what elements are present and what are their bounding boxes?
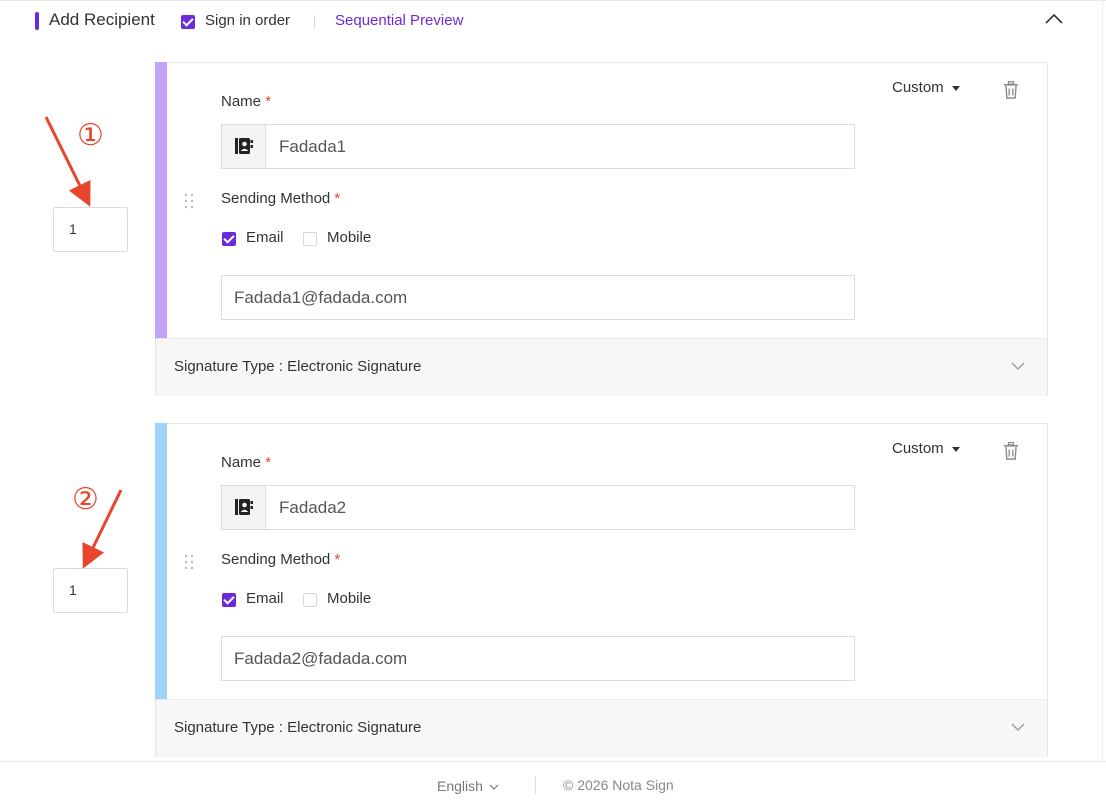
sequential-preview-link[interactable]: Sequential Preview bbox=[335, 12, 463, 29]
mobile-checkbox[interactable] bbox=[303, 593, 317, 607]
sending-method-label-text: Sending Method bbox=[221, 551, 331, 568]
name-value: Fadada2 bbox=[279, 498, 347, 517]
required-mark: * bbox=[334, 190, 341, 207]
caret-down-icon bbox=[951, 85, 960, 91]
sending-method-label: Sending Method * bbox=[221, 190, 340, 207]
mobile-option-label[interactable]: Mobile bbox=[327, 229, 371, 246]
name-label-text: Name bbox=[221, 93, 262, 110]
recipient-card-1: Custom Name * Fadada1 Sending Method * E… bbox=[155, 62, 1048, 396]
chevron-down-icon bbox=[1011, 362, 1025, 370]
section-accent-bar bbox=[35, 12, 39, 30]
sending-method-label-text: Sending Method bbox=[221, 190, 331, 207]
drag-handle-icon[interactable] bbox=[184, 193, 194, 209]
email-option-label[interactable]: Email bbox=[246, 229, 284, 246]
annotation-number-1: ① bbox=[77, 118, 104, 153]
role-select[interactable]: Custom bbox=[892, 440, 960, 457]
name-input[interactable]: Fadada2 bbox=[221, 485, 855, 530]
role-select-value: Custom bbox=[892, 79, 944, 96]
footer-separator bbox=[535, 776, 536, 794]
required-mark: * bbox=[265, 93, 272, 110]
email-input[interactable]: Fadada2@fadada.com bbox=[221, 636, 855, 681]
page-title: Add Recipient bbox=[49, 10, 155, 29]
recipient-card-2: Custom Name * Fadada2 Sending Method * E… bbox=[155, 423, 1048, 757]
language-selector[interactable]: English bbox=[437, 778, 499, 794]
chevron-down-icon bbox=[489, 784, 499, 790]
mobile-option-label[interactable]: Mobile bbox=[327, 590, 371, 607]
sending-method-label: Sending Method * bbox=[221, 551, 340, 568]
required-mark: * bbox=[265, 454, 272, 471]
recipient-color-bar bbox=[155, 423, 167, 700]
signature-type-label: Signature Type : Electronic Signature bbox=[174, 358, 422, 375]
signature-type-row[interactable]: Signature Type : Electronic Signature bbox=[156, 699, 1047, 757]
required-mark: * bbox=[334, 551, 341, 568]
contact-book-icon bbox=[235, 138, 253, 154]
contact-book-button[interactable] bbox=[222, 486, 266, 529]
scrollbar-track[interactable] bbox=[1102, 0, 1103, 760]
trash-icon[interactable] bbox=[1003, 442, 1019, 460]
signature-type-label: Signature Type : Electronic Signature bbox=[174, 719, 422, 736]
name-input[interactable]: Fadada1 bbox=[221, 124, 855, 169]
copyright-text: © 2026 Nota Sign bbox=[563, 777, 674, 793]
top-divider bbox=[0, 0, 1106, 1]
signing-order-input-1[interactable]: 1 bbox=[53, 207, 128, 252]
sign-in-order-checkbox[interactable] bbox=[181, 15, 195, 29]
language-value: English bbox=[437, 778, 483, 794]
name-label: Name * bbox=[221, 454, 271, 471]
caret-down-icon bbox=[951, 446, 960, 452]
email-input[interactable]: Fadada1@fadada.com bbox=[221, 275, 855, 320]
email-option-label[interactable]: Email bbox=[246, 590, 284, 607]
annotation-number-2: ② bbox=[72, 482, 99, 517]
email-checkbox[interactable] bbox=[222, 232, 236, 246]
mobile-checkbox[interactable] bbox=[303, 232, 317, 246]
drag-handle-icon[interactable] bbox=[184, 554, 194, 570]
signing-order-input-2[interactable]: 1 bbox=[53, 568, 128, 613]
signature-type-row[interactable]: Signature Type : Electronic Signature bbox=[156, 338, 1047, 396]
trash-icon[interactable] bbox=[1003, 81, 1019, 99]
contact-book-icon bbox=[235, 499, 253, 515]
chevron-down-icon bbox=[1011, 723, 1025, 731]
sign-in-order-label[interactable]: Sign in order bbox=[205, 12, 290, 29]
email-checkbox[interactable] bbox=[222, 593, 236, 607]
name-value: Fadada1 bbox=[279, 137, 347, 156]
header-divider bbox=[314, 15, 315, 29]
footer-divider bbox=[0, 761, 1106, 762]
role-select-value: Custom bbox=[892, 440, 944, 457]
name-label: Name * bbox=[221, 93, 271, 110]
chevron-up-icon[interactable] bbox=[1044, 10, 1064, 26]
name-label-text: Name bbox=[221, 454, 262, 471]
contact-book-button[interactable] bbox=[222, 125, 266, 168]
recipient-color-bar bbox=[155, 62, 167, 339]
role-select[interactable]: Custom bbox=[892, 79, 960, 96]
